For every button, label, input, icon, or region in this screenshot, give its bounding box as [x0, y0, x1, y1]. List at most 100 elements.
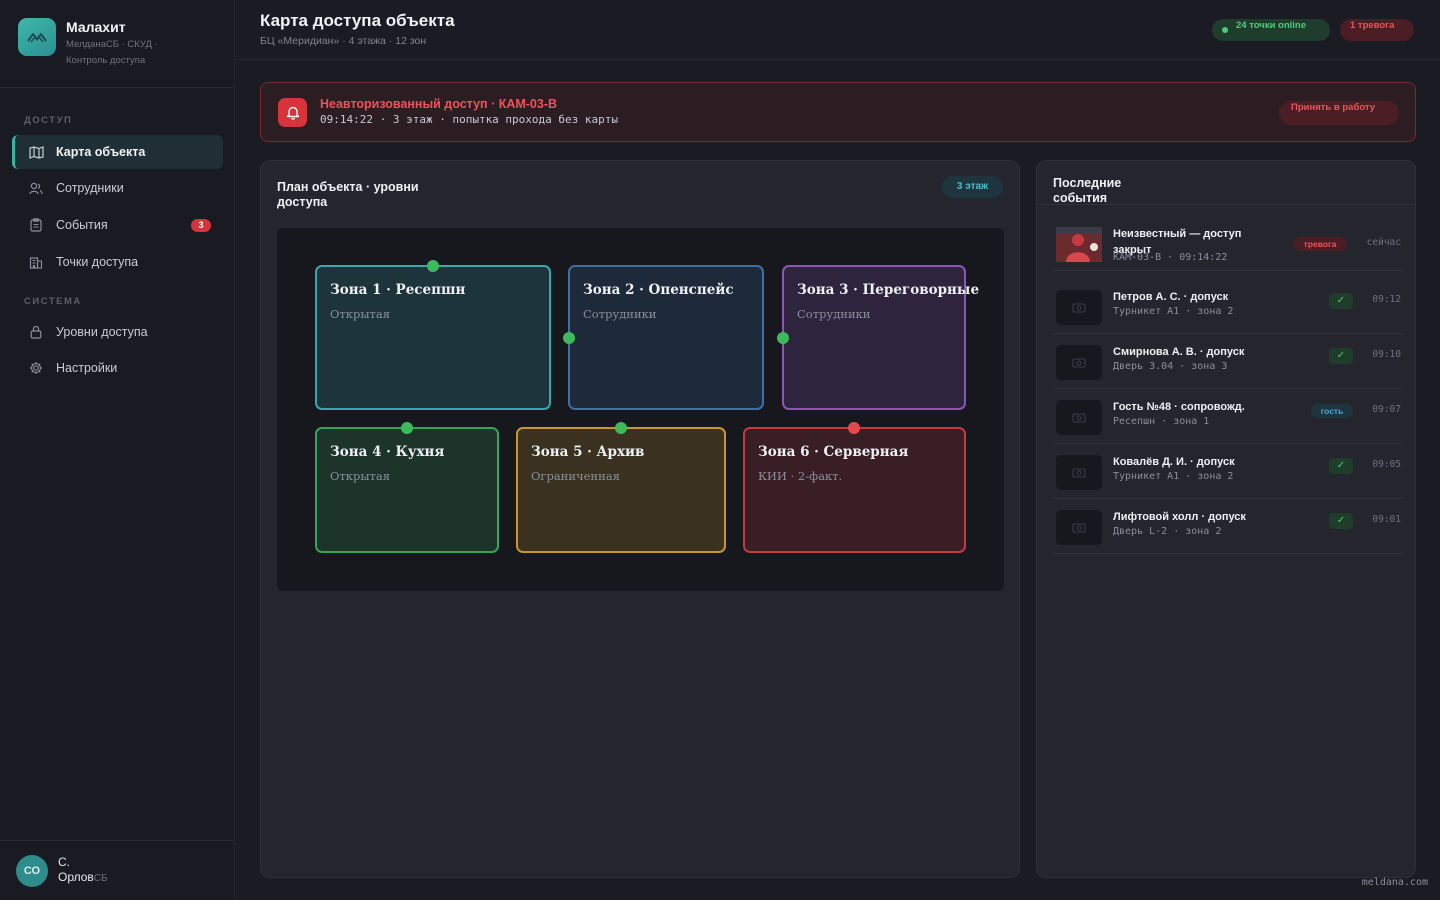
event-subtitle: Дверь L-2 · зона 2 [1113, 526, 1222, 537]
sidebar-item-map[interactable]: Карта объекта [12, 135, 223, 169]
event-time: 09:05 [1372, 459, 1401, 470]
check-icon: ✓ [1329, 348, 1353, 364]
footer-watermark: meldana.com [1361, 877, 1428, 888]
event-subtitle: КАМ-03-В · 09:14:22 [1113, 252, 1228, 263]
divider [1037, 204, 1415, 205]
access-point-marker[interactable] [563, 332, 575, 344]
alarm-tag: тревога [1293, 237, 1347, 251]
camera-icon [1056, 400, 1102, 435]
sidebar-item-settings[interactable]: Настройки [12, 351, 223, 385]
user-surname: Орлов [58, 870, 94, 884]
event-title: Смирнова А. В. · допуск [1113, 346, 1245, 358]
header: Карта доступа объекта БЦ «Меридиан» · 4 … [236, 0, 1440, 60]
building-icon [28, 254, 44, 270]
nav-section-system: СИСТЕМА [24, 296, 82, 307]
sidebar-item-access-points[interactable]: Точки доступа [12, 245, 223, 279]
zone-6[interactable]: Зона 6 · Серверная КИИ · 2-факт. [743, 427, 966, 553]
event-subtitle: Турникет А1 · зона 2 [1113, 471, 1234, 482]
sidebar-item-label: Карта объекта [56, 145, 146, 159]
sidebar: Малахит МелданаСБ · СКУД · Контроль дост… [0, 0, 235, 900]
access-point-marker[interactable] [615, 422, 627, 434]
online-status-text: 24 точки online [1236, 20, 1307, 31]
zone-2[interactable]: Зона 2 · Опенспейс Сотрудники [568, 265, 764, 410]
event-row[interactable]: Гость №48 · сопровожд. Ресепшн · зона 1 … [1053, 389, 1403, 444]
user-name: С. [58, 855, 70, 869]
event-subtitle: Дверь 3.04 · зона 3 [1113, 361, 1228, 372]
zone-level: Сотрудники [583, 307, 657, 321]
accept-alert-button[interactable]: Принять в работу [1279, 101, 1399, 125]
avatar: СО [16, 854, 48, 887]
event-row[interactable]: Петров А. С. · допуск Турникет А1 · зона… [1053, 279, 1403, 334]
sidebar-item-label: Настройки [56, 361, 118, 375]
access-point-marker[interactable] [777, 332, 789, 344]
sidebar-item-employees[interactable]: Сотрудники [12, 171, 223, 205]
floor-selector[interactable]: 3 этаж [942, 176, 1003, 198]
event-title: Ковалёв Д. И. · допуск [1113, 456, 1235, 468]
brand: Малахит МелданаСБ · СКУД · Контроль дост… [0, 0, 234, 88]
event-row[interactable]: Смирнова А. В. · допуск Дверь 3.04 · зон… [1053, 334, 1403, 389]
zone-level: Открытая [330, 307, 390, 321]
event-row[interactable]: Неизвестный — доступ закрыт КАМ-03-В · 0… [1053, 216, 1403, 271]
malachite-logo-icon [18, 18, 56, 56]
plan-title: План объекта · уровни доступа [277, 180, 419, 209]
sidebar-item-access-levels[interactable]: Уровни доступа [12, 315, 223, 349]
zone-name: Зона 5 · Архив [531, 444, 645, 460]
event-row[interactable]: Ковалёв Д. И. · допуск Турникет А1 · зон… [1053, 444, 1403, 499]
alert-subtitle: 09:14:22 · 3 этаж · попытка прохода без … [320, 113, 619, 126]
alarm-point-marker[interactable] [848, 422, 860, 434]
zone-4[interactable]: Зона 4 · Кухня Открытая [315, 427, 499, 553]
event-time: 09:07 [1372, 404, 1401, 415]
camera-snapshot [1056, 227, 1102, 262]
camera-icon [1056, 510, 1102, 545]
sidebar-item-label: Точки доступа [56, 255, 139, 269]
access-point-marker[interactable] [427, 260, 439, 272]
clipboard-icon [28, 217, 44, 233]
online-status-badge[interactable]: 24 точки online [1212, 19, 1330, 41]
page-subtitle: БЦ «Меридиан» · 4 этажа · 12 зон [260, 35, 427, 47]
zone-level: Сотрудники [797, 307, 871, 321]
zone-level: Ограниченная [531, 469, 620, 483]
zone-level: Открытая [330, 469, 390, 483]
events-count-badge: 3 [191, 219, 211, 232]
event-title: Петров А. С. · допуск [1113, 291, 1229, 303]
online-dot-icon [1222, 27, 1228, 33]
page-title: Карта доступа объекта [260, 11, 455, 30]
zone-name: Зона 4 · Кухня [330, 444, 445, 460]
zone-3[interactable]: Зона 3 · Переговорные Сотрудники [782, 265, 979, 410]
users-icon [28, 180, 44, 196]
guest-tag: гость [1311, 404, 1353, 418]
brand-subtitle: МелданаСБ · СКУД · Контроль доступа [66, 39, 158, 66]
alert-banner: Неавторизованный доступ · КАМ-03-В 09:14… [260, 82, 1416, 142]
events-panel: Последние события Неизвестный — доступ з… [1036, 160, 1416, 878]
zone-name: Зона 2 · Опенспейс [583, 282, 734, 298]
camera-icon [1056, 345, 1102, 380]
alert-title: Неавторизованный доступ · КАМ-03-В [320, 97, 558, 111]
event-title: Гость №48 · сопровожд. [1113, 401, 1245, 413]
event-row[interactable]: Лифтовой холл · допуск Дверь L-2 · зона … [1053, 499, 1403, 554]
floor-map: Зона 1 · Ресепшн Открытая Зона 2 · Опенс… [277, 228, 1004, 591]
alarm-status-badge[interactable]: 1 тревога [1340, 19, 1414, 41]
brand-name: Малахит [66, 19, 126, 35]
event-time: 09:01 [1372, 514, 1401, 525]
alarm-status-text: 1 тревога [1350, 20, 1395, 31]
map-icon [28, 144, 44, 160]
gear-icon [28, 360, 44, 376]
check-icon: ✓ [1329, 513, 1353, 529]
sidebar-item-label: Сотрудники [56, 181, 124, 195]
check-icon: ✓ [1329, 458, 1353, 474]
user-card[interactable]: СО С. ОрловСБ [0, 840, 235, 900]
sidebar-item-label: Уровни доступа [56, 325, 148, 339]
camera-icon [1056, 455, 1102, 490]
zone-5[interactable]: Зона 5 · Архив Ограниченная [516, 427, 726, 553]
event-subtitle: Ресепшн · зона 1 [1113, 416, 1210, 427]
zone-name: Зона 6 · Серверная [758, 444, 909, 460]
camera-icon [1056, 290, 1102, 325]
zone-level: КИИ · 2-факт. [758, 469, 843, 483]
event-time: 09:10 [1372, 349, 1401, 360]
sidebar-item-events[interactable]: События 3 [12, 208, 223, 242]
check-icon: ✓ [1329, 293, 1353, 309]
access-point-marker[interactable] [401, 422, 413, 434]
zone-1[interactable]: Зона 1 · Ресепшн Открытая [315, 265, 551, 410]
event-title: Лифтовой холл · допуск [1113, 511, 1246, 523]
nav-section-access: ДОСТУП [24, 115, 73, 126]
